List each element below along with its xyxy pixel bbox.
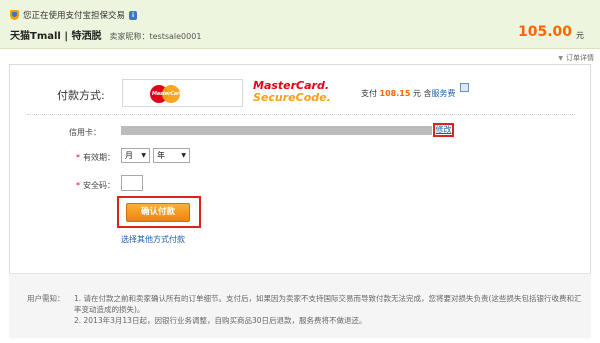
secure-notice-text: 您正在使用支付宝担保交易 xyxy=(23,11,126,21)
calculator-icon[interactable] xyxy=(460,83,469,92)
service-fee-link[interactable]: 服务费 xyxy=(432,89,456,98)
pay-total: 支付 108.15 元 含服务费 xyxy=(361,88,456,99)
other-payment-method-link[interactable]: 选择其他方式付款 xyxy=(121,234,185,245)
pay-prefix: 支付 xyxy=(361,89,377,98)
chevron-down-icon: ▼ xyxy=(181,152,186,159)
confirm-payment-button[interactable]: 确认付款 xyxy=(126,203,190,222)
required-asterisk: * xyxy=(76,153,80,162)
shield-icon xyxy=(10,10,19,20)
info-badge-icon[interactable]: i xyxy=(129,10,138,20)
secure-transaction-notice: 您正在使用支付宝担保交易 i xyxy=(10,9,138,21)
store-info: 天猫Tmall | 特洒脱 卖家昵称：testsale0001 xyxy=(10,27,201,42)
cvv-label-row: * 安全码： xyxy=(55,180,115,191)
notice-text: 1. 请在付款之前和卖家确认所有的订单细节。支付后，如果因为卖家不支持国际交易而… xyxy=(74,293,582,326)
expiry-label-row: * 有效期： xyxy=(55,152,115,163)
cvv-label: 安全码： xyxy=(83,181,115,190)
divider xyxy=(27,114,575,115)
required-asterisk: * xyxy=(76,181,80,190)
securecode-line2: SecureCode. xyxy=(253,91,331,104)
order-detail-label: 订单详情 xyxy=(566,54,594,62)
order-summary-banner: 您正在使用支付宝担保交易 i 天猫Tmall | 特洒脱 卖家昵称：testsa… xyxy=(0,0,600,49)
selected-card-box: MasterCard xyxy=(122,79,243,107)
pay-amount-value: 108.15 xyxy=(379,89,411,98)
order-detail-toggle[interactable]: ▼ 订单详情 xyxy=(558,53,594,63)
pay-suffix: 元 含 xyxy=(412,89,432,98)
notice-line-1: 1. 请在付款之前和卖家确认所有的订单细节。支付后，如果因为卖家不支持国际交易而… xyxy=(74,294,582,314)
mastercard-logo-text: MasterCard xyxy=(152,91,183,97)
expiry-label: 有效期： xyxy=(83,153,115,162)
notice-line-2: 2. 2013年3月13日起，因银行业务调整，自购买商品30日后退款，服务费将不… xyxy=(74,316,367,325)
securecode-logo: MasterCard. SecureCode. xyxy=(253,80,331,104)
month-select-value: 月 xyxy=(125,151,133,160)
store-name: 天猫Tmall | 特洒脱 xyxy=(10,31,102,42)
payment-method-label: 付款方式: xyxy=(57,89,105,102)
currency-unit: 元 xyxy=(576,31,584,40)
card-number-field xyxy=(121,126,432,135)
order-amount: 105.00 xyxy=(517,24,572,40)
expiry-year-select[interactable]: 年 ▼ xyxy=(153,148,190,163)
confirm-highlight: 确认付款 xyxy=(117,196,201,228)
triangle-down-icon: ▼ xyxy=(558,54,563,62)
mastercard-logo-icon: MasterCard xyxy=(150,85,184,103)
card-label: 信用卡： xyxy=(69,128,101,137)
expiry-month-select[interactable]: 月 ▼ xyxy=(121,148,150,163)
notice-label: 用户需知： xyxy=(27,294,65,303)
seller-nickname: 卖家昵称：testsale0001 xyxy=(109,32,202,41)
cvv-input[interactable] xyxy=(121,175,143,191)
year-select-value: 年 xyxy=(157,151,165,160)
modify-card-link[interactable]: 修改 xyxy=(433,123,454,137)
chevron-down-icon: ▼ xyxy=(141,152,146,159)
